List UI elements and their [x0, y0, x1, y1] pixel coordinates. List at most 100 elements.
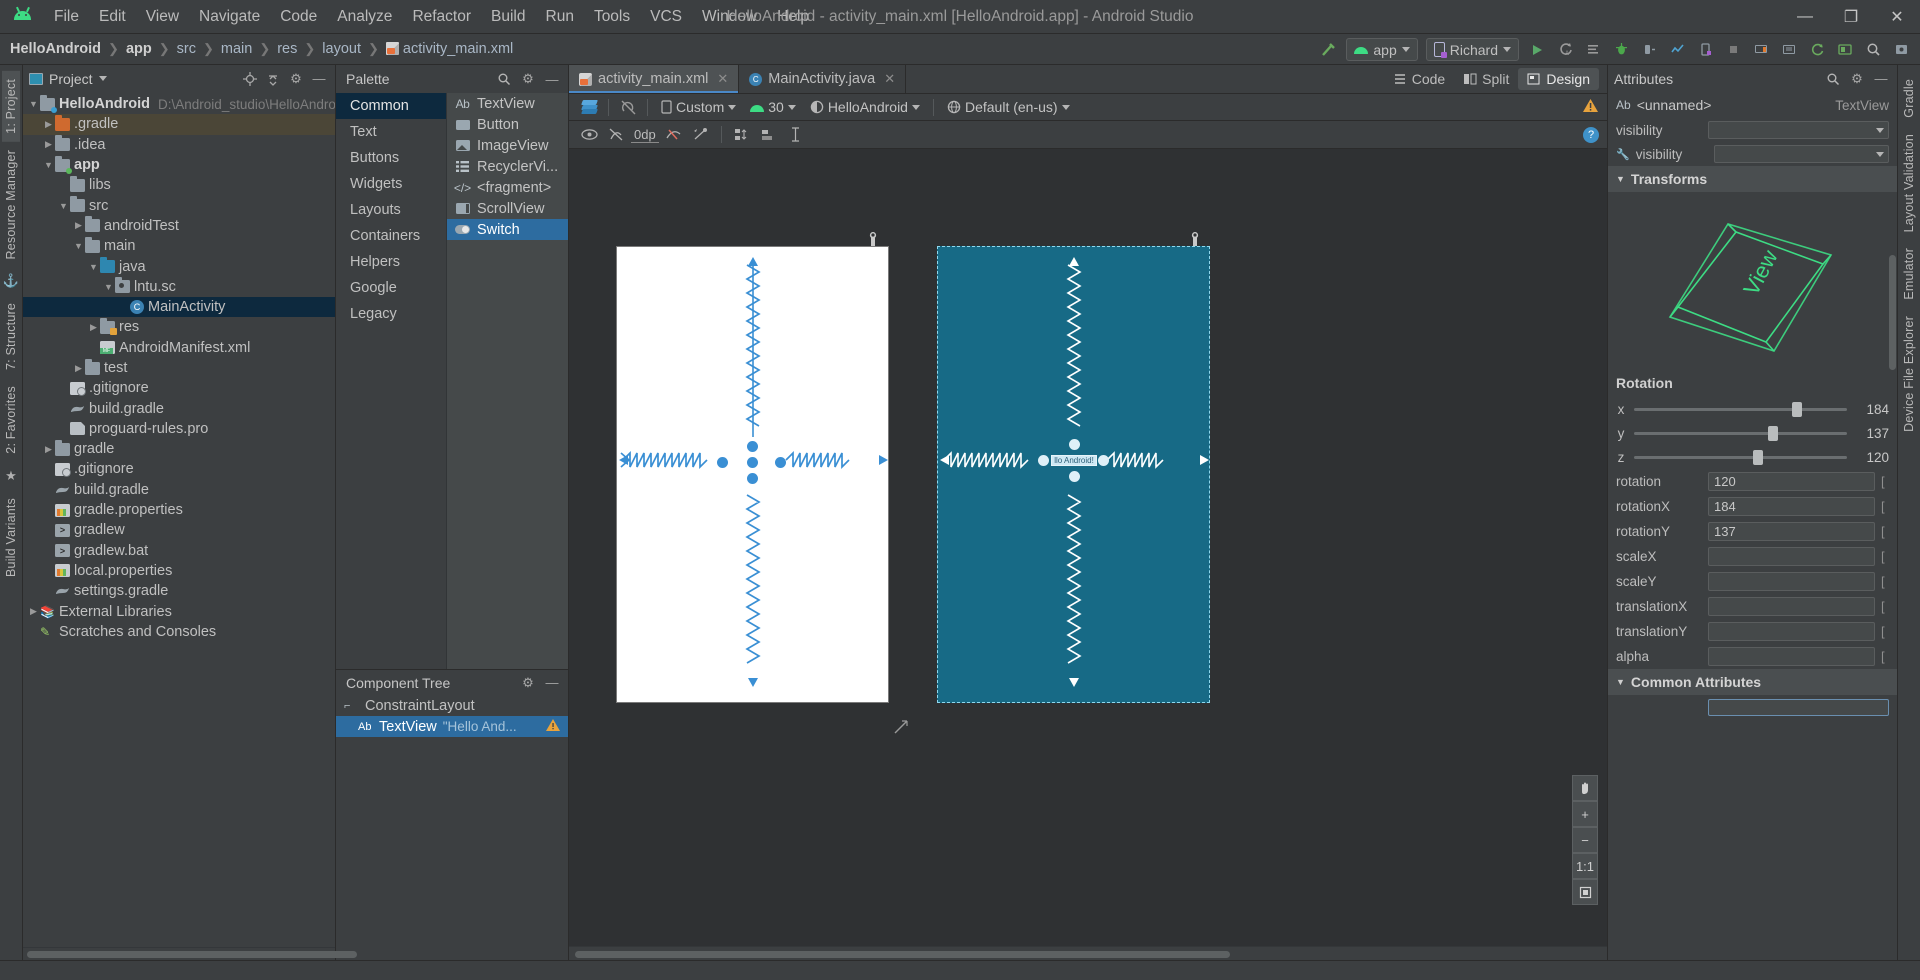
mode-design[interactable]: Design — [1518, 68, 1599, 90]
help-icon[interactable]: ? — [1583, 126, 1599, 143]
attribute-resource-picker[interactable]: [ — [1881, 624, 1889, 639]
common-attribute-row[interactable] — [1608, 695, 1897, 719]
project-horizontal-scrollbar[interactable] — [23, 947, 357, 960]
settings-icon[interactable]: ⚙ — [286, 69, 306, 89]
chevron-right-icon[interactable]: ▶ — [42, 444, 55, 455]
attribute-row-rotationx[interactable]: rotationX 184 [ — [1608, 494, 1897, 519]
sidebar-tab-gradle[interactable]: Gradle — [1900, 71, 1918, 126]
common-attributes-section-header[interactable]: ▼ Common Attributes — [1608, 669, 1897, 695]
attribute-resource-picker[interactable]: [ — [1881, 599, 1889, 614]
slider-track[interactable] — [1634, 449, 1847, 465]
tree-item-app[interactable]: ▼ app — [23, 155, 335, 175]
locate-icon[interactable] — [240, 69, 260, 89]
scrollbar-thumb[interactable] — [27, 951, 357, 958]
attribute-row-visibility-1[interactable]: visibility — [1608, 118, 1897, 142]
build-hammer-icon[interactable] — [1315, 38, 1341, 62]
menu-item-analyze[interactable]: Analyze — [327, 5, 402, 29]
tree-item-src[interactable]: ▼ src — [23, 195, 335, 215]
sync-gradle-icon[interactable] — [1804, 38, 1830, 62]
attribute-resource-picker[interactable]: [ — [1881, 549, 1889, 564]
tree-item-res[interactable]: ▶ res — [23, 317, 335, 337]
palette-item-scrollview[interactable]: ScrollView — [447, 198, 568, 219]
rotation-sliders[interactable]: x 184 y 137 z 120 — [1608, 397, 1897, 469]
device-chooser[interactable]: Custom — [655, 97, 742, 117]
tree-item--gitignore[interactable]: .gitignore — [23, 459, 335, 479]
hide-icon[interactable]: — — [309, 69, 329, 89]
settings-icon[interactable] — [1888, 38, 1914, 62]
tree-item-test[interactable]: ▶ test — [23, 358, 335, 378]
palette-category-layouts[interactable]: Layouts — [336, 197, 446, 223]
main-menu[interactable]: File Edit View Navigate Code Analyze Refactor B… — [44, 5, 819, 29]
collapse-all-icon[interactable] — [263, 69, 283, 89]
slider-knob[interactable] — [1791, 401, 1802, 417]
chevron-down-icon[interactable]: ▼ — [102, 282, 115, 292]
attribute-resource-picker[interactable]: [ — [1881, 649, 1889, 664]
menu-item-code[interactable]: Code — [270, 5, 327, 29]
palette-category-buttons[interactable]: Buttons — [336, 145, 446, 171]
hide-icon[interactable]: — — [542, 69, 562, 89]
tree-item--gitignore[interactable]: .gitignore — [23, 378, 335, 398]
tree-item--gradle[interactable]: ▶ .gradle — [23, 114, 335, 135]
palette-category-helpers[interactable]: Helpers — [336, 249, 446, 275]
pack-icon[interactable] — [730, 124, 754, 145]
resize-handle-bottom[interactable] — [1069, 471, 1080, 482]
breadcrumb-item-helloandroid[interactable]: HelloAndroid — [8, 41, 103, 57]
chevron-right-icon[interactable]: ▶ — [72, 363, 85, 374]
menu-item-help[interactable]: Help — [767, 5, 819, 29]
run-configuration-selector[interactable]: app — [1346, 38, 1418, 61]
scaleY-input[interactable] — [1708, 572, 1875, 591]
menu-item-window[interactable]: Window — [692, 5, 767, 29]
tree-item-gradle-properties[interactable]: gradle.properties — [23, 500, 335, 520]
design-preview-surface[interactable]: llo Android! — [616, 246, 889, 703]
resize-handle-right[interactable] — [1098, 455, 1109, 466]
tree-item-settings-gradle[interactable]: settings.gradle — [23, 581, 335, 601]
scaleX-input[interactable] — [1708, 547, 1875, 566]
hide-icon[interactable]: — — [542, 673, 562, 693]
mode-code[interactable]: Code — [1384, 68, 1454, 90]
tree-item-local-properties[interactable]: local.properties — [23, 561, 335, 581]
sidebar-tab-resource-manager[interactable]: Resource Manager — [2, 142, 20, 268]
project-tree[interactable]: ▼ HelloAndroid D:\Android_studio\HelloAndr… — [23, 92, 335, 947]
resize-handle-center[interactable] — [747, 457, 758, 468]
device-manager-icon[interactable] — [1692, 38, 1718, 62]
tree-item-main[interactable]: ▼ main — [23, 236, 335, 256]
menu-item-edit[interactable]: Edit — [89, 5, 136, 29]
palette-category-legacy[interactable]: Legacy — [336, 301, 446, 327]
sidebar-tab-structure[interactable]: 7: Structure — [2, 295, 20, 378]
resize-corner-icon[interactable] — [893, 719, 909, 739]
infer-constraints-icon[interactable] — [689, 124, 713, 145]
close-icon[interactable]: ✕ — [884, 71, 895, 87]
chevron-right-icon[interactable]: ▶ — [42, 139, 55, 150]
attribute-row-rotation[interactable]: rotation 120 [ — [1608, 469, 1897, 494]
breadcrumb[interactable]: HelloAndroid ❯ app ❯ src ❯ main ❯ res ❯ layout ❯ act… — [8, 41, 515, 57]
attribute-row-translationy[interactable]: translationY [ — [1608, 619, 1897, 644]
slider-knob[interactable] — [1768, 425, 1779, 441]
sidebar-tab-favorites[interactable]: 2: Favorites — [2, 378, 20, 462]
pan-hand-icon[interactable] — [1572, 775, 1598, 801]
zoom-out-icon[interactable]: − — [1572, 827, 1598, 853]
attribute-resource-picker[interactable]: [ — [1881, 499, 1889, 514]
attribute-row-visibility-2[interactable]: 🔧 visibility — [1608, 142, 1897, 166]
sidebar-tab-project[interactable]: 1: Project — [2, 71, 20, 142]
tree-item--idea[interactable]: ▶ .idea — [23, 135, 335, 155]
rotationX-input[interactable]: 184 — [1708, 497, 1875, 516]
chevron-down-icon[interactable] — [98, 76, 107, 81]
component-tree-row-textview[interactable]: Ab TextView "Hello And... — [336, 716, 568, 737]
breadcrumb-item-app[interactable]: app — [124, 41, 154, 57]
menu-item-refactor[interactable]: Refactor — [402, 5, 481, 29]
apply-code-changes-icon[interactable] — [1580, 38, 1606, 62]
chevron-right-icon[interactable]: ▶ — [42, 119, 55, 130]
attribute-row-rotationy[interactable]: rotationY 137 [ — [1608, 519, 1897, 544]
attribute-row-alpha[interactable]: alpha [ — [1608, 644, 1897, 669]
tree-item-libs[interactable]: libs — [23, 175, 335, 195]
attributes-scrollbar-thumb[interactable] — [1889, 255, 1896, 370]
scrollbar-thumb[interactable] — [575, 951, 1230, 958]
palette-category-widgets[interactable]: Widgets — [336, 171, 446, 197]
breadcrumb-item-activity-main-xml[interactable]: activity_main.xml — [384, 41, 515, 57]
tree-item-androidmanifest-xml[interactable]: AndroidManifest.xml — [23, 338, 335, 358]
palette-item-recyclervi-[interactable]: RecyclerVi... — [447, 156, 568, 177]
attribute-resource-picker[interactable]: [ — [1881, 574, 1889, 589]
close-icon[interactable]: ✕ — [717, 71, 728, 87]
resize-handle-top[interactable] — [747, 441, 758, 452]
tree-item-scratches-and-consoles[interactable]: ✎ Scratches and Consoles — [23, 622, 335, 642]
